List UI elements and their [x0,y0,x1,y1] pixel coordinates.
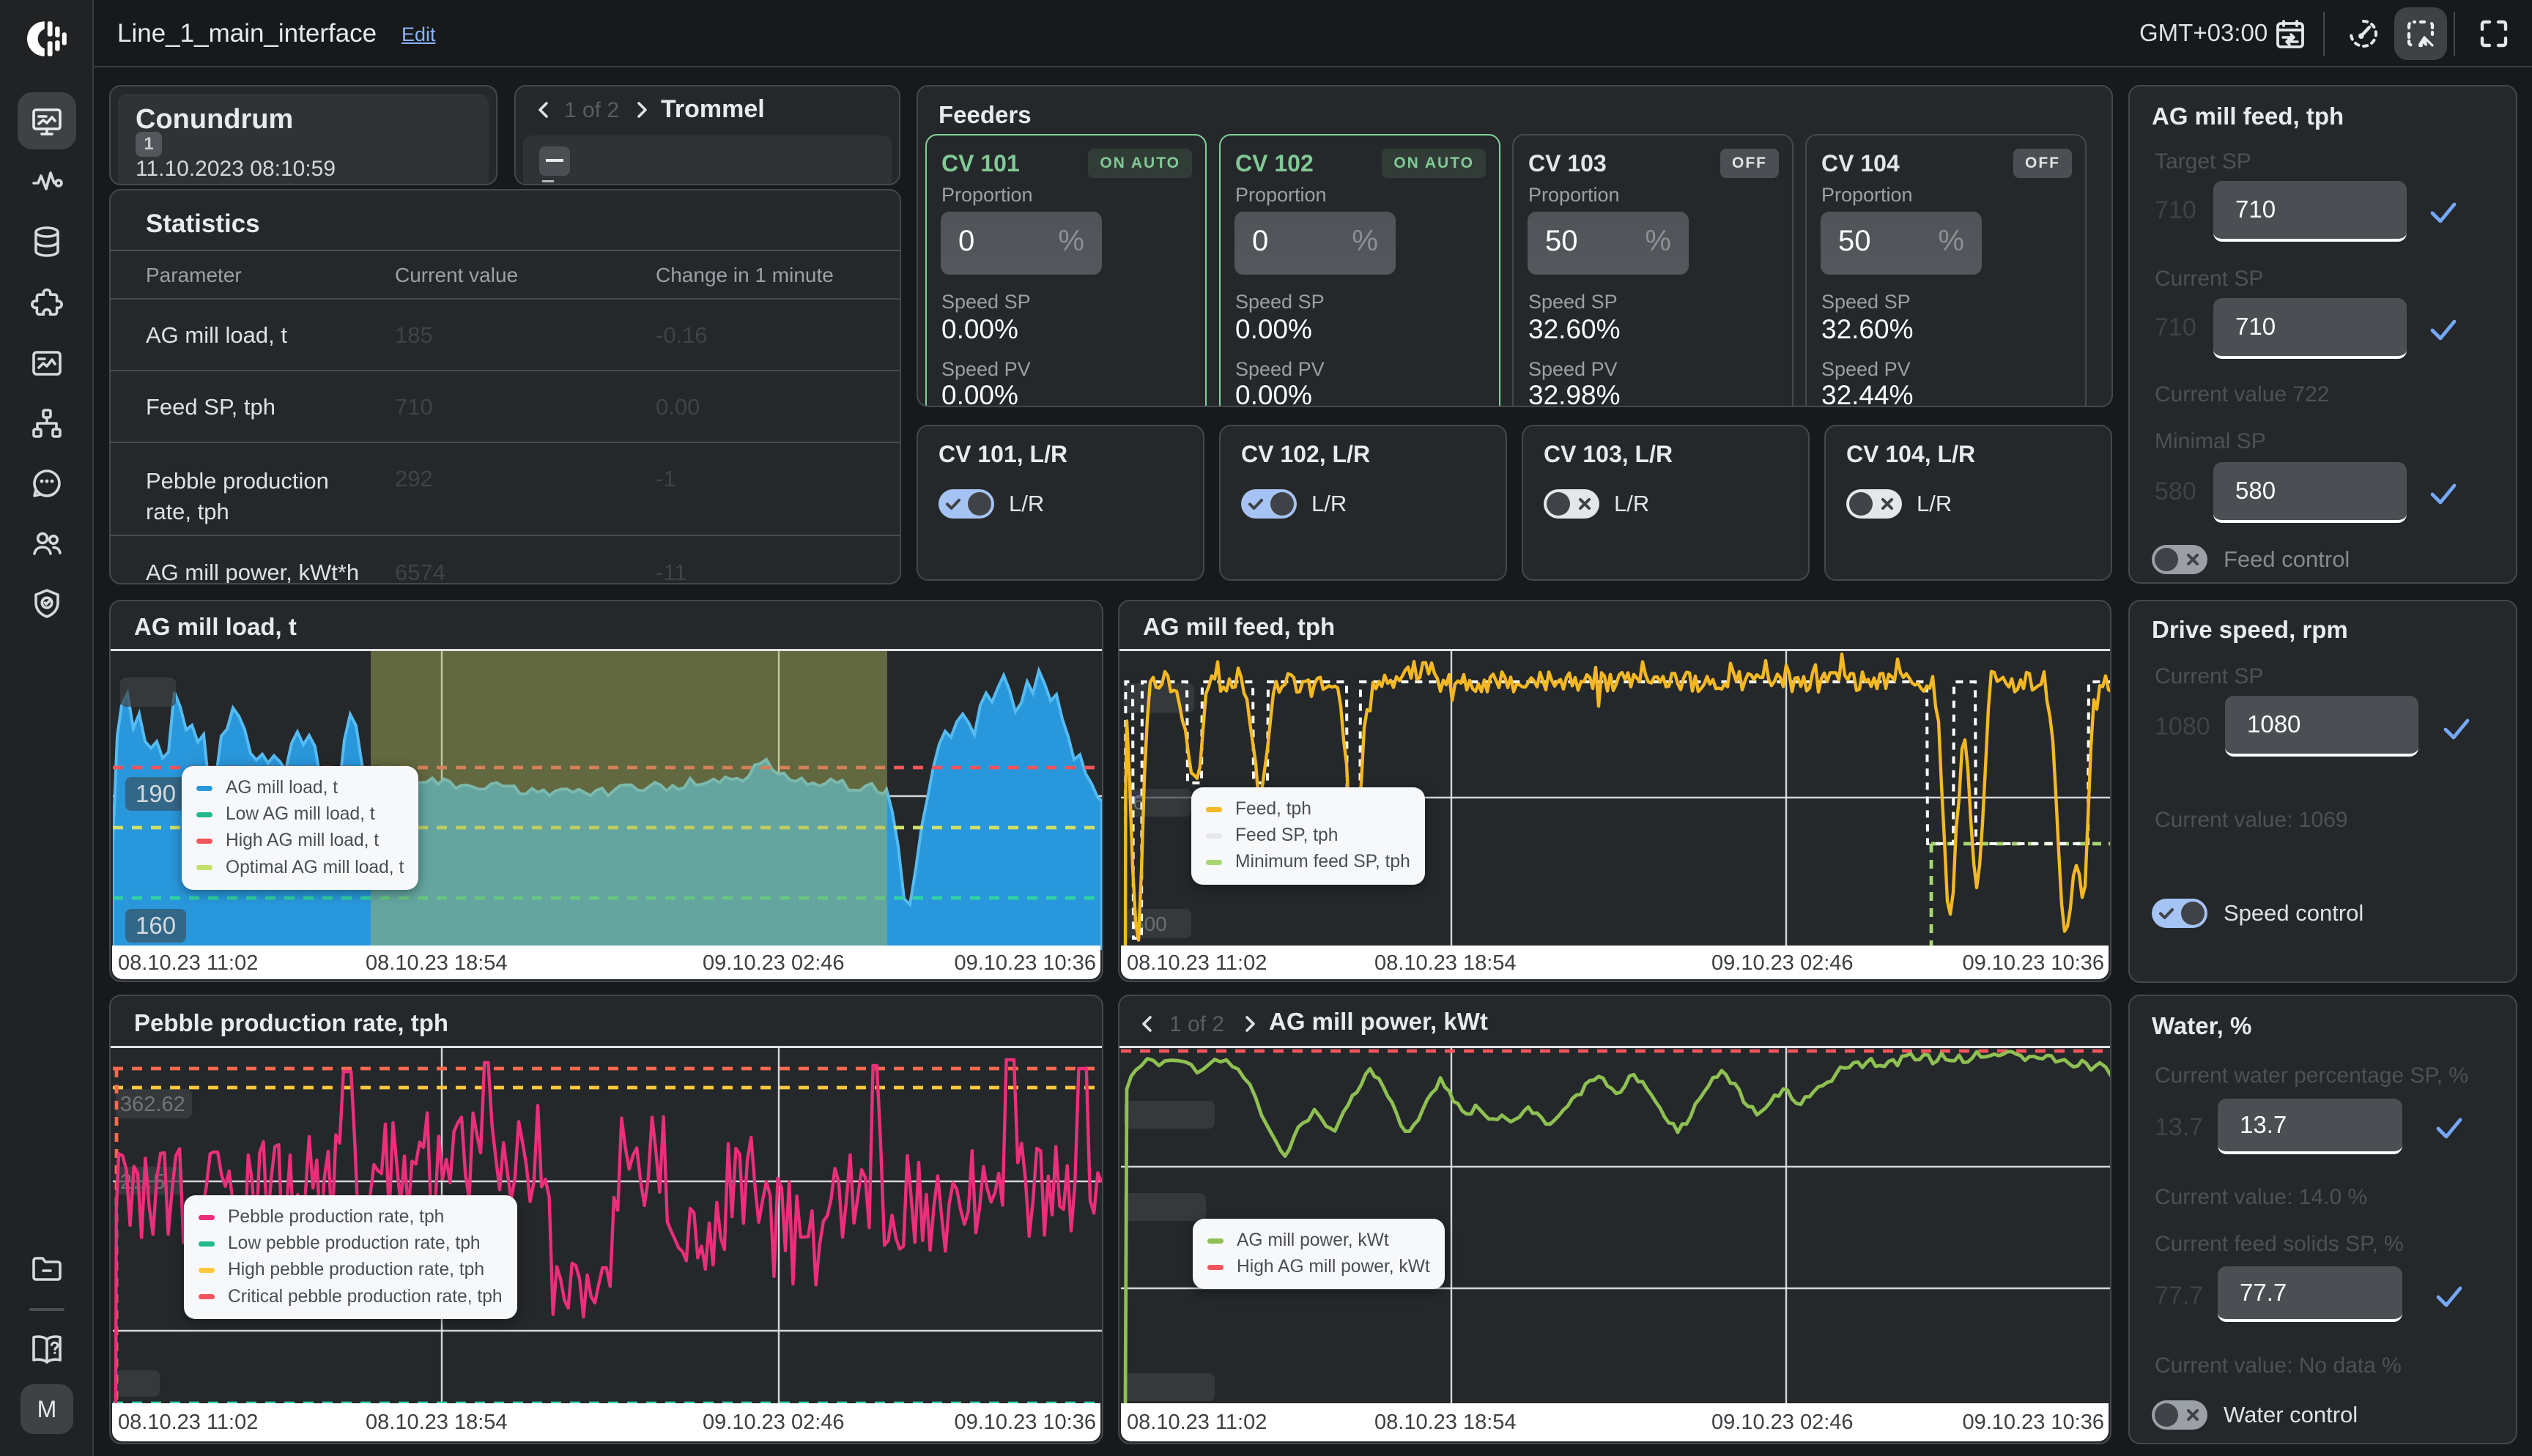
svg-text:362.62: 362.62 [120,1093,185,1116]
